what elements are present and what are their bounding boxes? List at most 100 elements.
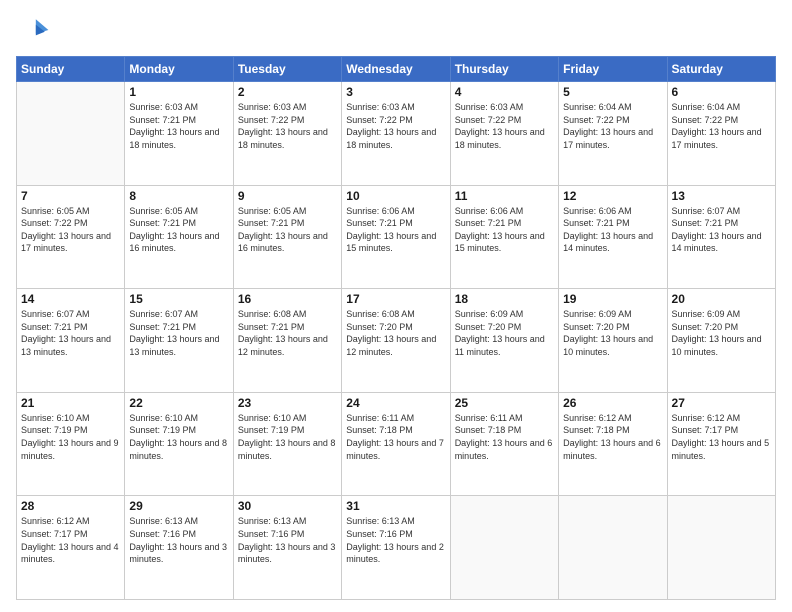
cell-details: Sunrise: 6:13 AMSunset: 7:16 PMDaylight:… (238, 515, 337, 565)
calendar-cell: 18 Sunrise: 6:09 AMSunset: 7:20 PMDayligh… (450, 289, 558, 393)
calendar-cell: 19 Sunrise: 6:09 AMSunset: 7:20 PMDayligh… (559, 289, 667, 393)
logo-icon (16, 12, 52, 48)
calendar-cell: 17Sunrise: 6:08 AMSunset: 7:20 PMDayligh… (342, 289, 450, 393)
calendar-cell: 22 Sunrise: 6:10 AMSunset: 7:19 PMDayligh… (125, 392, 233, 496)
day-number: 11 (455, 189, 554, 203)
cell-details: Sunrise: 6:03 AMSunset: 7:22 PMDaylight:… (455, 101, 554, 151)
calendar-cell: 14 Sunrise: 6:07 AMSunset: 7:21 PMDayligh… (17, 289, 125, 393)
day-number: 18 (455, 292, 554, 306)
day-number: 9 (238, 189, 337, 203)
day-number: 20 (672, 292, 771, 306)
cell-details: Sunrise: 6:03 AMSunset: 7:22 PMDaylight:… (238, 101, 337, 151)
day-number: 17 (346, 292, 445, 306)
calendar-cell: 21Sunrise: 6:10 AMSunset: 7:19 PMDayligh… (17, 392, 125, 496)
calendar-cell: 20 Sunrise: 6:09 AMSunset: 7:20 PMDayligh… (667, 289, 775, 393)
cell-details: Sunrise: 6:06 AMSunset: 7:21 PMDaylight:… (346, 205, 445, 255)
day-number: 1 (129, 85, 228, 99)
cell-details: Sunrise: 6:09 AMSunset: 7:20 PMDaylight:… (672, 308, 771, 358)
day-number: 15 (129, 292, 228, 306)
cell-details: Sunrise: 6:11 AMSunset: 7:18 PMDaylight:… (455, 412, 554, 462)
day-number: 8 (129, 189, 228, 203)
calendar-cell (17, 82, 125, 186)
cell-details: Sunrise: 6:08 AMSunset: 7:21 PMDaylight:… (238, 308, 337, 358)
calendar-cell: 10 Sunrise: 6:06 AMSunset: 7:21 PMDayligh… (342, 185, 450, 289)
day-number: 14 (21, 292, 120, 306)
calendar-header-wednesday: Wednesday (342, 57, 450, 82)
day-number: 10 (346, 189, 445, 203)
calendar-cell: 4 Sunrise: 6:03 AMSunset: 7:22 PMDaylight… (450, 82, 558, 186)
day-number: 29 (129, 499, 228, 513)
calendar-cell: 26 Sunrise: 6:12 AMSunset: 7:18 PMDayligh… (559, 392, 667, 496)
day-number: 26 (563, 396, 662, 410)
cell-details: Sunrise: 6:07 AMSunset: 7:21 PMDaylight:… (129, 308, 228, 358)
cell-details: Sunrise: 6:12 AMSunset: 7:18 PMDaylight:… (563, 412, 662, 462)
cell-details: Sunrise: 6:12 AMSunset: 7:17 PMDaylight:… (21, 515, 120, 565)
calendar-cell: 27 Sunrise: 6:12 AMSunset: 7:17 PMDayligh… (667, 392, 775, 496)
calendar-cell: 12Sunrise: 6:06 AMSunset: 7:21 PMDayligh… (559, 185, 667, 289)
cell-details: Sunrise: 6:03 AMSunset: 7:22 PMDaylight:… (346, 101, 445, 151)
cell-details: Sunrise: 6:04 AMSunset: 7:22 PMDaylight:… (563, 101, 662, 151)
calendar-cell (450, 496, 558, 600)
day-number: 5 (563, 85, 662, 99)
day-number: 2 (238, 85, 337, 99)
day-number: 4 (455, 85, 554, 99)
calendar-cell: 3 Sunrise: 6:03 AMSunset: 7:22 PMDaylight… (342, 82, 450, 186)
calendar-header-sunday: Sunday (17, 57, 125, 82)
day-number: 27 (672, 396, 771, 410)
cell-details: Sunrise: 6:06 AMSunset: 7:21 PMDaylight:… (563, 205, 662, 255)
calendar-cell: 25Sunrise: 6:11 AMSunset: 7:18 PMDayligh… (450, 392, 558, 496)
day-number: 22 (129, 396, 228, 410)
cell-details: Sunrise: 6:03 AMSunset: 7:21 PMDaylight:… (129, 101, 228, 151)
logo (16, 12, 56, 48)
calendar-cell: 5 Sunrise: 6:04 AMSunset: 7:22 PMDaylight… (559, 82, 667, 186)
cell-details: Sunrise: 6:05 AMSunset: 7:21 PMDaylight:… (238, 205, 337, 255)
page: SundayMondayTuesdayWednesdayThursdayFrid… (0, 0, 792, 612)
cell-details: Sunrise: 6:09 AMSunset: 7:20 PMDaylight:… (563, 308, 662, 358)
cell-details: Sunrise: 6:06 AMSunset: 7:21 PMDaylight:… (455, 205, 554, 255)
calendar-cell: 1 Sunrise: 6:03 AMSunset: 7:21 PMDaylight… (125, 82, 233, 186)
calendar-cell: 31 Sunrise: 6:13 AMSunset: 7:16 PMDayligh… (342, 496, 450, 600)
day-number: 13 (672, 189, 771, 203)
day-number: 23 (238, 396, 337, 410)
header (16, 12, 776, 48)
day-number: 16 (238, 292, 337, 306)
cell-details: Sunrise: 6:13 AMSunset: 7:16 PMDaylight:… (346, 515, 445, 565)
calendar-cell: 29 Sunrise: 6:13 AMSunset: 7:16 PMDayligh… (125, 496, 233, 600)
calendar-cell: 24 Sunrise: 6:11 AMSunset: 7:18 PMDayligh… (342, 392, 450, 496)
calendar-cell: 28 Sunrise: 6:12 AMSunset: 7:17 PMDayligh… (17, 496, 125, 600)
cell-details: Sunrise: 6:10 AMSunset: 7:19 PMDaylight:… (129, 412, 228, 462)
calendar-cell: 6 Sunrise: 6:04 AMSunset: 7:22 PMDaylight… (667, 82, 775, 186)
day-number: 7 (21, 189, 120, 203)
day-number: 3 (346, 85, 445, 99)
day-number: 30 (238, 499, 337, 513)
calendar-cell: 8 Sunrise: 6:05 AMSunset: 7:21 PMDaylight… (125, 185, 233, 289)
cell-details: Sunrise: 6:11 AMSunset: 7:18 PMDaylight:… (346, 412, 445, 462)
cell-details: Sunrise: 6:12 AMSunset: 7:17 PMDaylight:… (672, 412, 771, 462)
calendar-cell: 11 Sunrise: 6:06 AMSunset: 7:21 PMDayligh… (450, 185, 558, 289)
cell-details: Sunrise: 6:09 AMSunset: 7:20 PMDaylight:… (455, 308, 554, 358)
day-number: 19 (563, 292, 662, 306)
calendar-cell: 9 Sunrise: 6:05 AMSunset: 7:21 PMDaylight… (233, 185, 341, 289)
day-number: 6 (672, 85, 771, 99)
day-number: 28 (21, 499, 120, 513)
calendar-header-monday: Monday (125, 57, 233, 82)
day-number: 31 (346, 499, 445, 513)
calendar-cell: 16 Sunrise: 6:08 AMSunset: 7:21 PMDayligh… (233, 289, 341, 393)
day-number: 24 (346, 396, 445, 410)
calendar-cell (667, 496, 775, 600)
cell-details: Sunrise: 6:10 AMSunset: 7:19 PMDaylight:… (21, 412, 120, 462)
cell-details: Sunrise: 6:07 AMSunset: 7:21 PMDaylight:… (21, 308, 120, 358)
cell-details: Sunrise: 6:07 AMSunset: 7:21 PMDaylight:… (672, 205, 771, 255)
calendar-cell: 15 Sunrise: 6:07 AMSunset: 7:21 PMDayligh… (125, 289, 233, 393)
cell-details: Sunrise: 6:04 AMSunset: 7:22 PMDaylight:… (672, 101, 771, 151)
cell-details: Sunrise: 6:13 AMSunset: 7:16 PMDaylight:… (129, 515, 228, 565)
cell-details: Sunrise: 6:05 AMSunset: 7:21 PMDaylight:… (129, 205, 228, 255)
calendar-cell: 23Sunrise: 6:10 AMSunset: 7:19 PMDayligh… (233, 392, 341, 496)
calendar-cell: 30 Sunrise: 6:13 AMSunset: 7:16 PMDayligh… (233, 496, 341, 600)
calendar-header-friday: Friday (559, 57, 667, 82)
calendar-header-saturday: Saturday (667, 57, 775, 82)
calendar-cell (559, 496, 667, 600)
calendar-cell: 2 Sunrise: 6:03 AMSunset: 7:22 PMDaylight… (233, 82, 341, 186)
calendar-table: SundayMondayTuesdayWednesdayThursdayFrid… (16, 56, 776, 600)
calendar-cell: 13 Sunrise: 6:07 AMSunset: 7:21 PMDayligh… (667, 185, 775, 289)
